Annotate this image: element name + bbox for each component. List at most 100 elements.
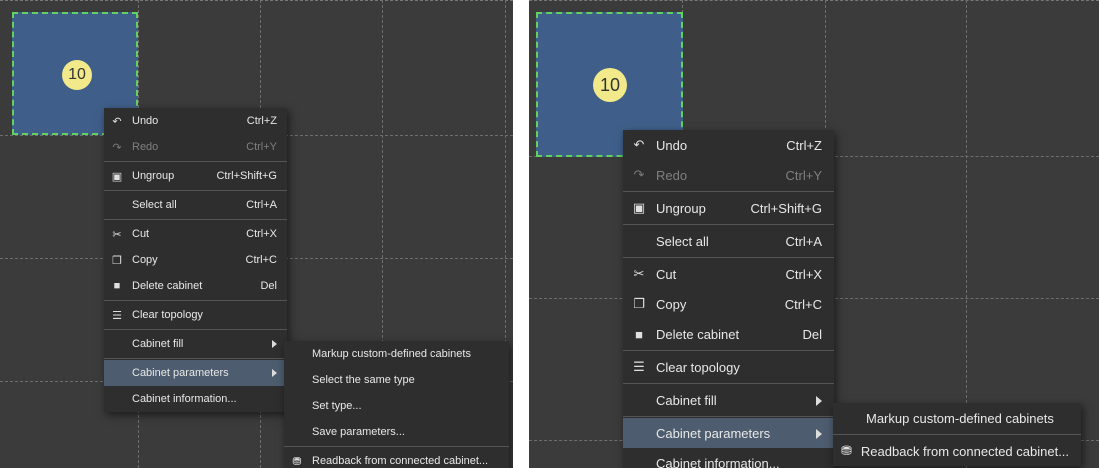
topology-icon: ☰ <box>112 309 122 322</box>
menu-item-label: Cut <box>132 228 150 240</box>
menu-separator <box>623 224 834 225</box>
submenu-arrow-icon <box>272 340 277 348</box>
menu-item-shortcut: Ctrl+Z <box>246 115 277 127</box>
menu-item-label: Undo <box>656 137 688 153</box>
menu-item-cabinet-parameters[interactable]: Cabinet parameters <box>623 418 834 448</box>
menu-item-label: Ungroup <box>132 170 175 182</box>
menu-item-markup-custom[interactable]: Markup custom-defined cabinets <box>284 341 509 367</box>
menu-item-shortcut: Ctrl+Y <box>246 141 277 153</box>
menu-item-label: Set type... <box>312 400 362 412</box>
menu-item-label: Redo <box>656 167 688 183</box>
menu-item-label: Cabinet fill <box>656 392 717 408</box>
menu-item-copy[interactable]: ❐ Copy Ctrl+C <box>623 289 834 319</box>
menu-item-undo[interactable]: ↶ Undo Ctrl+Z <box>623 130 834 160</box>
menu-item-cabinet-fill[interactable]: Cabinet fill <box>623 385 834 415</box>
menu-item-label: Redo <box>132 141 159 153</box>
menu-item-cut[interactable]: ✂ Cut Ctrl+X <box>104 221 287 247</box>
canvas-panel-right[interactable]: 10 ↶ Undo Ctrl+Z ↷ Redo Ctrl+Y ▣ Ungroup… <box>529 0 1099 468</box>
redo-icon: ↷ <box>633 167 645 182</box>
context-menu: ↶ Undo Ctrl+Z ↷ Redo Ctrl+Y ▣ Ungroup Ct… <box>104 108 287 412</box>
menu-separator <box>104 300 287 301</box>
canvas-panel-left[interactable]: 10 ↶ Undo Ctrl+Z ↷ Redo Ctrl+Y ▣ Ungroup… <box>0 0 513 468</box>
menu-item-label: Cabinet parameters <box>656 425 771 441</box>
cabinet-number-badge: 10 <box>593 68 627 102</box>
menu-separator <box>104 358 287 359</box>
context-menu: ↶ Undo Ctrl+Z ↷ Redo Ctrl+Y ▣ Ungroup Ct… <box>623 130 834 468</box>
menu-item-shortcut: Ctrl+A <box>246 199 277 211</box>
menu-separator <box>623 350 834 351</box>
menu-item-shortcut: Ctrl+X <box>246 228 277 240</box>
menu-item-save-parameters[interactable]: Save parameters... <box>284 419 509 445</box>
menu-item-label: Save parameters... <box>312 426 405 438</box>
menu-separator <box>104 190 287 191</box>
menu-item-shortcut: Del <box>802 326 822 342</box>
grid-line <box>966 0 967 468</box>
menu-item-label: Delete cabinet <box>132 280 203 292</box>
menu-item-label: Markup custom-defined cabinets <box>312 348 471 360</box>
cabinet-parameters-submenu: Markup custom-defined cabinets Select th… <box>284 341 509 468</box>
menu-item-cabinet-fill[interactable]: Cabinet fill <box>104 331 287 357</box>
menu-separator <box>833 434 1081 435</box>
menu-item-label: Readback from connected cabinet... <box>860 443 1070 459</box>
menu-item-undo[interactable]: ↶ Undo Ctrl+Z <box>104 108 287 134</box>
menu-item-label: Select all <box>132 199 177 211</box>
copy-icon: ❐ <box>633 296 645 311</box>
submenu-arrow-icon <box>272 369 277 377</box>
menu-item-label: Clear topology <box>132 309 203 321</box>
menu-item-label: Cut <box>656 266 677 282</box>
cabinet-parameters-submenu: Markup custom-defined cabinets ⛃ Readbac… <box>833 403 1081 466</box>
menu-item-label: Cabinet information... <box>132 393 237 405</box>
menu-item-shortcut: Ctrl+X <box>785 266 822 282</box>
menu-item-label: Delete cabinet <box>656 326 740 342</box>
menu-item-cabinet-information[interactable]: Cabinet information... <box>104 386 287 412</box>
menu-item-select-same-type[interactable]: Select the same type <box>284 367 509 393</box>
menu-item-shortcut: Ctrl+A <box>785 233 822 249</box>
copy-icon: ❐ <box>112 254 122 267</box>
menu-item-label: Copy <box>656 296 687 312</box>
menu-item-shortcut: Ctrl+C <box>784 296 822 312</box>
menu-item-set-type[interactable]: Set type... <box>284 393 509 419</box>
menu-item-redo[interactable]: ↷ Redo Ctrl+Y <box>623 160 834 190</box>
redo-icon: ↷ <box>112 141 122 154</box>
menu-item-label: Ungroup <box>656 200 706 216</box>
cut-icon: ✂ <box>633 266 645 281</box>
menu-item-clear-topology[interactable]: ☰ Clear topology <box>104 302 287 328</box>
undo-icon: ↶ <box>112 115 122 128</box>
menu-item-delete-cabinet[interactable]: ■ Delete cabinet Del <box>623 319 834 349</box>
menu-item-clear-topology[interactable]: ☰ Clear topology <box>623 352 834 382</box>
menu-item-delete-cabinet[interactable]: ■ Delete cabinet Del <box>104 273 287 299</box>
menu-item-label: Cabinet information... <box>656 455 780 468</box>
menu-item-redo[interactable]: ↷ Redo Ctrl+Y <box>104 134 287 160</box>
menu-item-label: Markup custom-defined cabinets <box>866 410 1054 426</box>
menu-item-label: Select the same type <box>312 374 415 386</box>
menu-item-cabinet-parameters[interactable]: Cabinet parameters <box>104 360 287 386</box>
cabinet-number-badge: 10 <box>62 60 92 90</box>
menu-item-copy[interactable]: ❐ Copy Ctrl+C <box>104 247 287 273</box>
menu-item-shortcut: Ctrl+Y <box>785 167 822 183</box>
trash-icon: ■ <box>113 280 121 292</box>
topology-icon: ☰ <box>633 359 645 374</box>
menu-item-select-all[interactable]: Select all Ctrl+A <box>623 226 834 256</box>
trash-icon: ■ <box>635 326 643 342</box>
menu-item-label: Readback from connected cabinet... <box>312 455 489 467</box>
menu-item-shortcut: Del <box>260 280 277 292</box>
menu-item-ungroup[interactable]: ▣ Ungroup Ctrl+Shift+G <box>104 163 287 189</box>
canvas-top-border <box>529 0 1099 1</box>
menu-item-label: Undo <box>132 115 159 127</box>
canvas-top-border <box>0 0 513 1</box>
menu-item-cut[interactable]: ✂ Cut Ctrl+X <box>623 259 834 289</box>
menu-item-label: Cabinet parameters <box>132 367 229 379</box>
menu-item-select-all[interactable]: Select all Ctrl+A <box>104 192 287 218</box>
menu-item-cabinet-information[interactable]: Cabinet information... <box>623 448 834 468</box>
menu-item-readback[interactable]: ⛃ Readback from connected cabinet... <box>833 436 1081 466</box>
ungroup-icon: ▣ <box>632 200 646 215</box>
menu-separator <box>623 383 834 384</box>
menu-item-ungroup[interactable]: ▣ Ungroup Ctrl+Shift+G <box>623 193 834 223</box>
ungroup-icon: ▣ <box>111 170 123 183</box>
menu-item-shortcut: Ctrl+Shift+G <box>750 200 822 216</box>
menu-item-markup-custom[interactable]: Markup custom-defined cabinets <box>833 403 1081 433</box>
menu-separator <box>623 257 834 258</box>
menu-item-readback[interactable]: ⛃ Readback from connected cabinet... <box>284 448 509 468</box>
menu-separator <box>623 416 834 417</box>
menu-item-shortcut: Ctrl+Shift+G <box>216 170 277 182</box>
